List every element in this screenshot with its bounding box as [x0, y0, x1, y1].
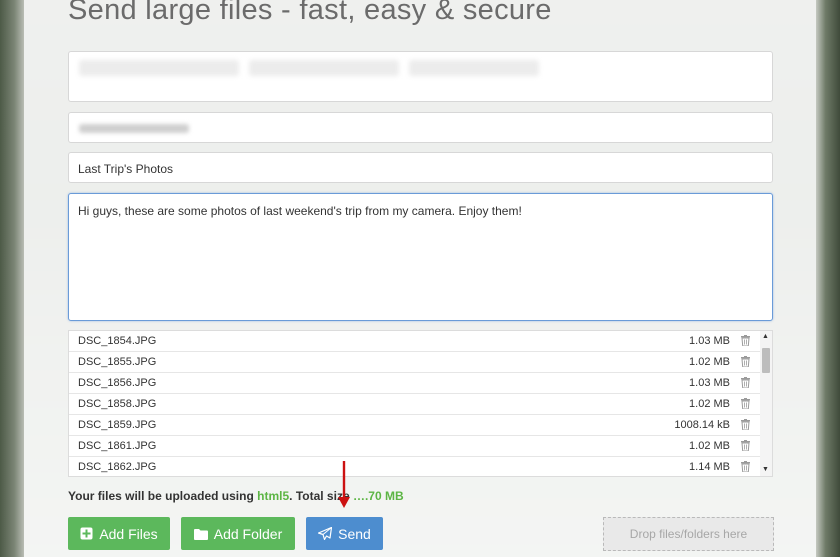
recipient-chip — [79, 60, 239, 76]
add-folder-button[interactable]: Add Folder — [181, 517, 295, 550]
scroll-down-icon[interactable]: ▼ — [762, 466, 769, 474]
file-size: 1.03 MB — [689, 377, 730, 389]
trash-icon[interactable] — [741, 398, 750, 409]
file-size: 1.02 MB — [689, 356, 730, 368]
trash-icon[interactable] — [741, 335, 750, 346]
subject-field[interactable]: Last Trip's Photos — [68, 152, 773, 183]
drop-zone[interactable]: Drop files/folders here — [603, 517, 774, 551]
send-label: Send — [338, 525, 371, 542]
file-row: DSC_1862.JPG 1.14 MB — [69, 457, 772, 476]
file-name: DSC_1862.JPG — [78, 461, 157, 473]
paper-plane-icon — [318, 527, 333, 540]
total-size: ….70 MB — [352, 489, 404, 503]
sender-email-field[interactable] — [68, 112, 773, 143]
file-size: 1.14 MB — [689, 461, 730, 473]
trash-icon[interactable] — [741, 440, 750, 451]
trash-icon[interactable] — [741, 461, 750, 472]
scroll-thumb[interactable] — [762, 348, 770, 373]
file-row: DSC_1856.JPG 1.03 MB — [69, 373, 772, 394]
file-name: DSC_1861.JPG — [78, 440, 157, 452]
file-list-scrollbar[interactable]: ▲ ▼ — [760, 331, 772, 476]
file-size: 1.02 MB — [689, 398, 730, 410]
recipient-chip — [249, 60, 399, 76]
file-name: DSC_1856.JPG — [78, 377, 157, 389]
file-row: DSC_1858.JPG 1.02 MB — [69, 394, 772, 415]
trash-icon[interactable] — [741, 419, 750, 430]
file-size: 1.03 MB — [689, 335, 730, 347]
scroll-up-icon[interactable]: ▲ — [762, 333, 769, 341]
file-row: DSC_1859.JPG 1008.14 kB — [69, 415, 772, 436]
add-folder-label: Add Folder — [213, 525, 283, 542]
trash-icon[interactable] — [741, 377, 750, 388]
message-field[interactable]: Hi guys, these are some photos of last w… — [68, 193, 773, 321]
file-row: DSC_1861.JPG 1.02 MB — [69, 436, 772, 457]
background-left — [0, 0, 24, 557]
recipients-field[interactable] — [68, 51, 773, 102]
pointer-arrow-icon — [338, 461, 350, 508]
file-list: DSC_1854.JPG 1.03 MB DSC_1855.JPG 1.02 MB DS… — [68, 330, 773, 477]
upload-method: html5 — [257, 489, 290, 503]
file-name: DSC_1855.JPG — [78, 356, 157, 368]
file-row: DSC_1855.JPG 1.02 MB — [69, 352, 772, 373]
file-name: DSC_1854.JPG — [78, 335, 157, 347]
file-size: 1008.14 kB — [674, 419, 730, 431]
recipient-chip — [409, 60, 539, 76]
add-files-button[interactable]: Add Files — [68, 517, 170, 550]
plus-square-icon — [80, 527, 93, 540]
trash-icon[interactable] — [741, 356, 750, 367]
file-name: DSC_1859.JPG — [78, 419, 157, 431]
folder-icon — [193, 528, 208, 540]
send-button[interactable]: Send — [306, 517, 383, 550]
sender-email-value — [79, 124, 189, 133]
status-prefix: Your files will be uploaded using — [68, 489, 258, 503]
file-row: DSC_1854.JPG 1.03 MB — [69, 331, 772, 352]
upload-status: Your files will be uploaded using html5.… — [68, 489, 404, 503]
page-title: Send large files - fast, easy & secure — [68, 0, 552, 26]
file-size: 1.02 MB — [689, 440, 730, 452]
background-right — [816, 0, 840, 557]
add-files-label: Add Files — [99, 525, 158, 542]
file-name: DSC_1858.JPG — [78, 398, 157, 410]
